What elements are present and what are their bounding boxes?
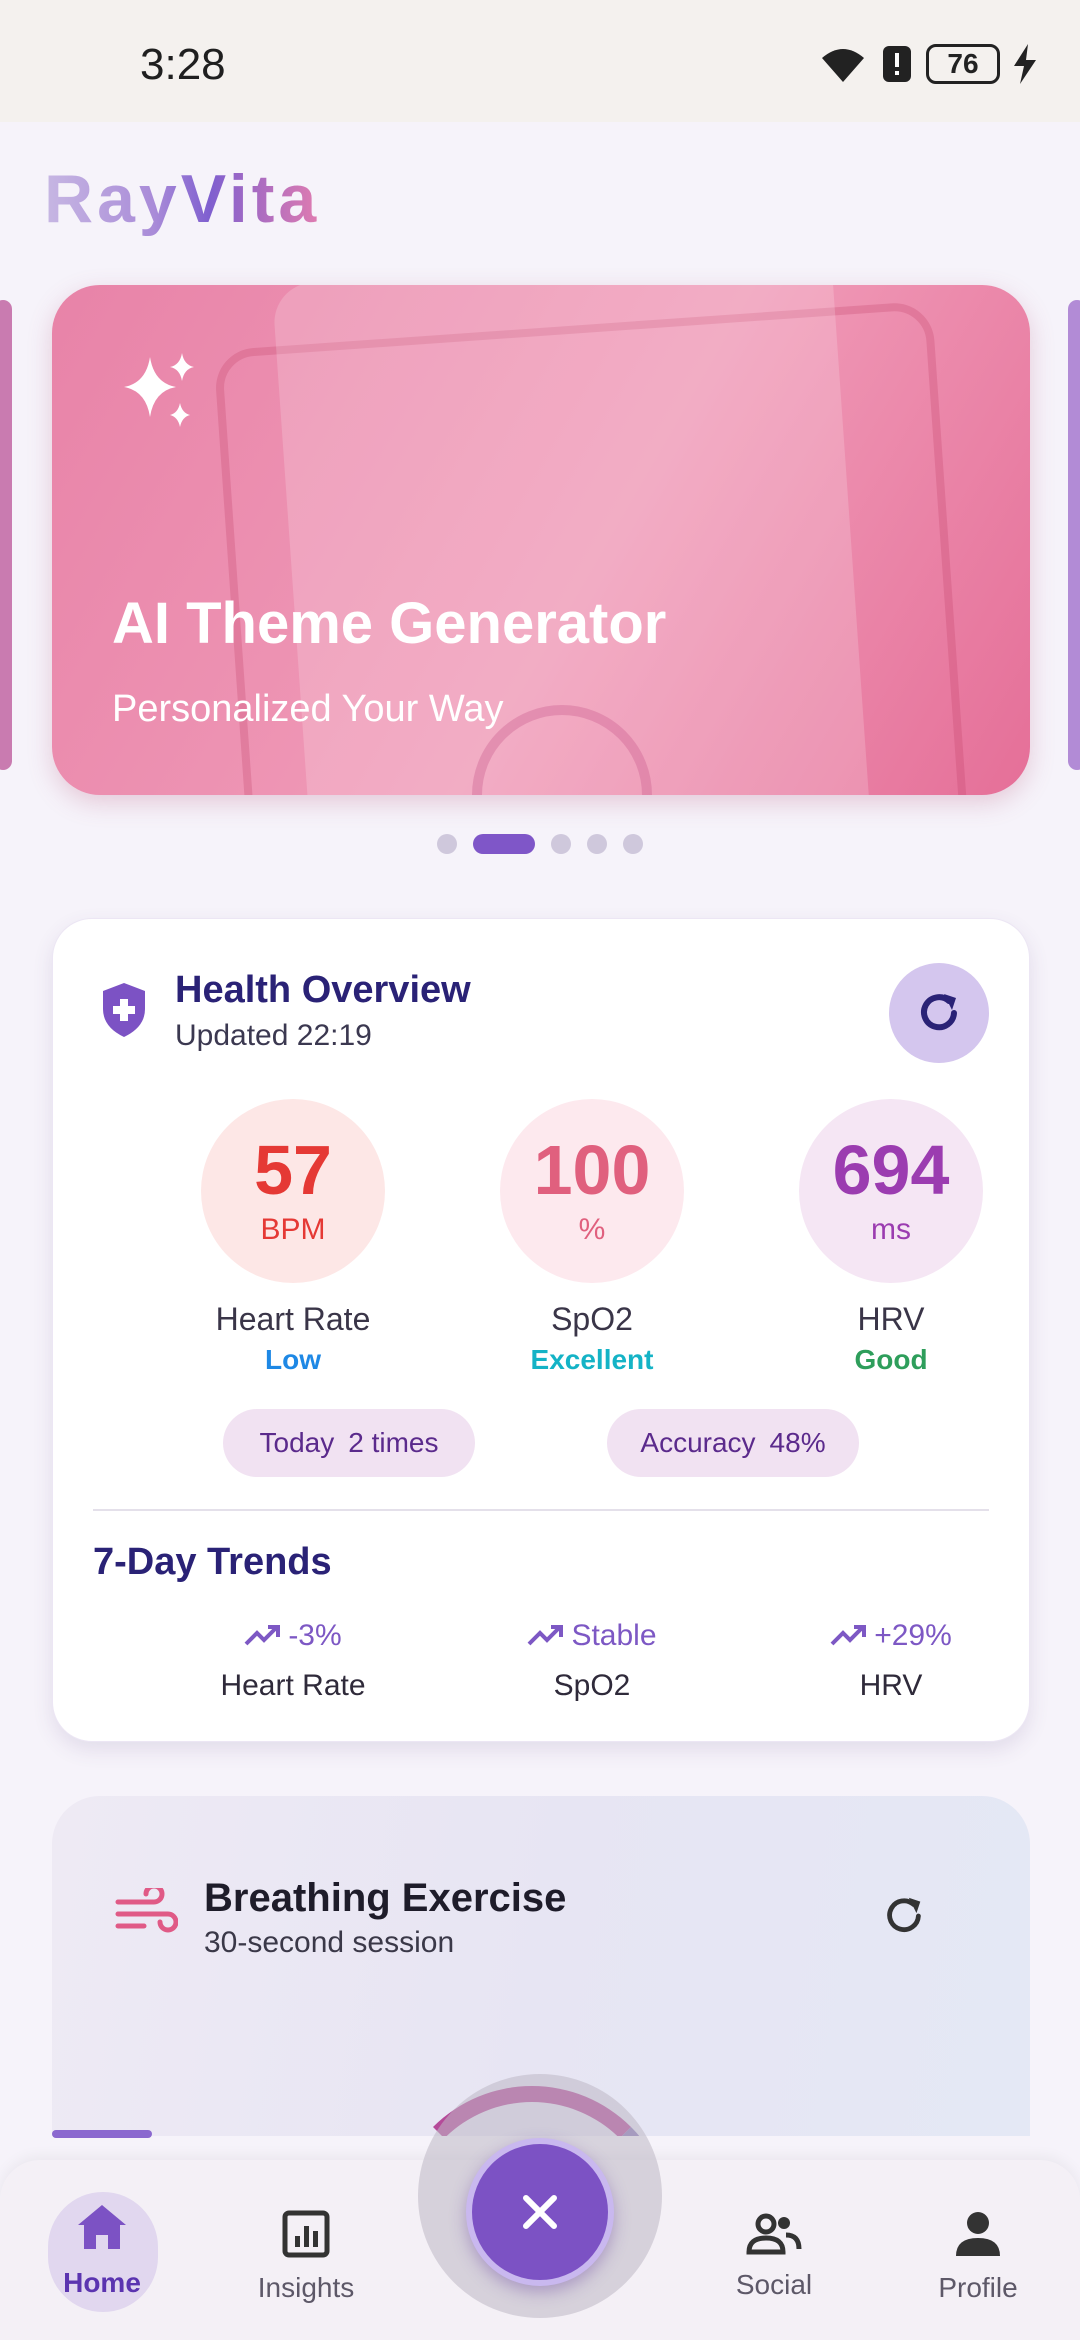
nav-social[interactable]: Social xyxy=(694,2160,854,2340)
metric-unit: BPM xyxy=(260,1213,326,1246)
carousel-next-peek[interactable] xyxy=(1068,300,1080,770)
nav-label: Insights xyxy=(257,2272,355,2303)
carousel-prev-peek[interactable] xyxy=(0,300,12,770)
trend-hrv: +29% HRV xyxy=(761,1619,1021,1703)
people-icon xyxy=(746,2213,802,2255)
status-bar: 3:28 76 xyxy=(0,0,1080,122)
nav-label: Home xyxy=(63,2267,141,2298)
banner-title: AI Theme Generator xyxy=(112,591,667,656)
status-icons: 76 xyxy=(818,44,1036,84)
trend-value: +29% xyxy=(874,1619,952,1652)
metric-unit: ms xyxy=(871,1213,911,1246)
metric-name: SpO2 xyxy=(551,1301,633,1337)
refresh-button[interactable] xyxy=(889,963,989,1063)
metric-value: 694 xyxy=(832,1131,950,1209)
divider xyxy=(93,1509,989,1511)
nav-label: Social xyxy=(735,2269,813,2300)
nav-label: Profile xyxy=(938,2272,1018,2303)
metric-value: 100 xyxy=(533,1131,651,1209)
sparkle-icon xyxy=(124,353,194,427)
metric-status: Low xyxy=(265,1344,321,1375)
nav-insights[interactable]: Insights xyxy=(226,2160,386,2340)
accuracy-pill: Accuracy 48% xyxy=(607,1409,859,1477)
pagination-dot[interactable] xyxy=(437,834,457,854)
battery-indicator: 76 xyxy=(926,44,1000,84)
nav-profile[interactable]: Profile xyxy=(898,2160,1058,2340)
banner-subtitle: Personalized Your Way xyxy=(112,688,504,730)
nav-home[interactable]: Home xyxy=(22,2160,182,2340)
metric-unit: % xyxy=(578,1213,606,1246)
trend-spo2: Stable SpO2 xyxy=(462,1619,722,1703)
pagination-dot[interactable] xyxy=(623,834,643,854)
trending-up-icon xyxy=(830,1625,867,1646)
metric-circle: 57 BPM xyxy=(201,1099,385,1283)
metric-heart-rate[interactable]: 57 BPM Heart Rate Low xyxy=(163,1099,423,1376)
metric-name: Heart Rate xyxy=(215,1301,371,1337)
app-logo: RayVita xyxy=(44,161,321,237)
trends-title: 7-Day Trends xyxy=(93,1541,332,1583)
pill-value: 48% xyxy=(769,1427,826,1458)
chart-icon xyxy=(282,2210,330,2258)
breathing-refresh-button[interactable] xyxy=(874,1886,934,1946)
trend-name: HRV xyxy=(859,1669,923,1702)
metric-spo2[interactable]: 100 % SpO2 Excellent xyxy=(462,1099,722,1376)
shield-icon xyxy=(103,983,145,1037)
trend-value: Stable xyxy=(571,1619,657,1652)
today-count-pill: Today 2 times xyxy=(223,1409,475,1477)
refresh-icon xyxy=(921,994,957,1031)
metric-status: Excellent xyxy=(530,1344,654,1375)
trend-heart-rate: -3% Heart Rate xyxy=(163,1619,423,1703)
metric-hrv[interactable]: 694 ms HRV Good xyxy=(761,1099,1021,1376)
health-overview-card: Health Overview Updated 22:19 57 BPM Hea… xyxy=(52,918,1030,1742)
trending-up-icon xyxy=(244,1625,281,1646)
scroll-indicator xyxy=(52,2130,152,2138)
refresh-icon xyxy=(887,1897,921,1933)
status-time: 3:28 xyxy=(140,40,226,89)
metric-circle: 694 ms xyxy=(799,1099,983,1283)
trending-up-icon xyxy=(528,1625,564,1646)
trend-name: Heart Rate xyxy=(220,1669,366,1702)
wifi-icon xyxy=(822,49,864,82)
close-fab-button[interactable] xyxy=(466,2138,614,2286)
charging-icon xyxy=(1014,44,1036,84)
home-icon xyxy=(78,2205,126,2249)
close-icon xyxy=(523,2195,557,2229)
breathing-title: Breathing Exercise xyxy=(204,1876,567,1920)
alert-icon xyxy=(883,46,911,82)
pill-label: Today xyxy=(259,1427,335,1458)
metric-value: 57 xyxy=(254,1131,332,1209)
trend-name: SpO2 xyxy=(553,1669,631,1702)
pagination-dot[interactable] xyxy=(587,834,607,854)
metric-name: HRV xyxy=(857,1301,925,1337)
breathing-subtitle: 30-second session xyxy=(204,1926,455,1959)
person-icon xyxy=(956,2212,1000,2256)
trend-value: -3% xyxy=(288,1619,342,1652)
pagination-dot-active[interactable] xyxy=(473,834,535,854)
wind-icon xyxy=(115,1888,178,1933)
pagination-dot[interactable] xyxy=(551,834,571,854)
carousel-pagination xyxy=(0,834,1080,854)
updated-time: Updated 22:19 xyxy=(175,1019,372,1052)
pill-label: Accuracy xyxy=(640,1427,756,1458)
card-title: Health Overview xyxy=(175,969,471,1011)
metric-circle: 100 % xyxy=(500,1099,684,1283)
metric-status: Good xyxy=(854,1344,928,1375)
pill-value: 2 times xyxy=(348,1427,439,1458)
